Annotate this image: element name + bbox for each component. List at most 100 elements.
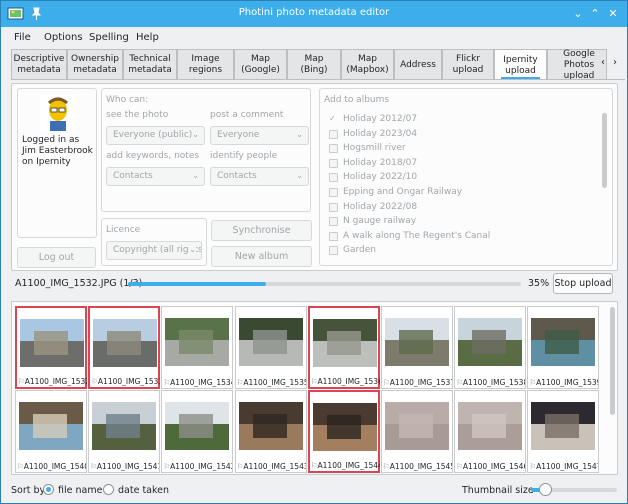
thumbnail-image: [93, 319, 158, 367]
minimize-button[interactable]: ⌄: [569, 5, 587, 23]
flag-icon: ⚐: [383, 378, 390, 387]
maximize-button[interactable]: ⌃: [586, 5, 604, 23]
album-label: Garden: [343, 245, 376, 256]
thumbnail-caption: ⚐A1100_IMG_1533: [91, 377, 161, 386]
add-keywords-label: add keywords, notes: [106, 151, 200, 161]
flag-icon: ⚐: [310, 461, 318, 470]
checkbox-icon[interactable]: [329, 231, 338, 241]
thumbnail-size-slider[interactable]: [531, 483, 617, 496]
tab-flickr-upload[interactable]: Flickr upload: [442, 49, 494, 79]
tab-address[interactable]: Address: [394, 49, 442, 79]
thumbnail-scrollbar[interactable]: [610, 307, 615, 415]
login-status: Logged in as Jim Easterbrook on Ipernity: [22, 135, 93, 167]
checkbox-icon[interactable]: [329, 144, 338, 154]
album-item[interactable]: Garden: [329, 245, 376, 256]
ipernity-tab-panel: Logged in as Jim Easterbrook on Ipernity…: [11, 83, 618, 271]
thumbnail-caption: ⚐A1100_IMG_1538: [456, 378, 526, 387]
thumbnail-item[interactable]: ⚐A1100_IMG_1538: [454, 306, 527, 389]
sort-file-name-radio[interactable]: [43, 484, 54, 495]
menu-spelling[interactable]: Spelling: [89, 32, 129, 43]
thumbnail-caption: ⚐A1100_IMG_1537: [383, 378, 452, 387]
checkbox-icon[interactable]: [329, 202, 338, 212]
album-item[interactable]: Hogsmill river: [329, 143, 406, 154]
stop-upload-button[interactable]: Stop upload: [553, 273, 613, 294]
thumbnail-item[interactable]: ⚐A1100_IMG_1535: [234, 306, 307, 389]
thumbnail-item[interactable]: ⚐A1100_IMG_1542: [161, 390, 234, 473]
sort-by-label: Sort by: [11, 485, 46, 496]
checkbox-checked-icon[interactable]: ✓: [329, 115, 338, 124]
thumbnail-image: [312, 319, 377, 367]
thumbnail-item[interactable]: ⚐A1100_IMG_1540: [15, 390, 87, 473]
thumbnail-item[interactable]: ⚐A1100_IMG_1532: [15, 306, 87, 389]
checkbox-icon[interactable]: [329, 246, 338, 256]
sort-date-taken-radio[interactable]: [103, 484, 114, 495]
thumbnail-image: [531, 402, 596, 450]
album-item[interactable]: Holiday 2022/08: [329, 202, 417, 212]
album-item[interactable]: Holiday 2023/04: [329, 129, 417, 139]
tab-scroll-right-icon[interactable]: ›: [613, 57, 617, 68]
menu-help[interactable]: Help: [136, 32, 159, 43]
menu-file[interactable]: File: [14, 32, 31, 43]
thumbnail-item[interactable]: ⚐A1100_IMG_1536: [307, 306, 380, 389]
user-box: Logged in as Jim Easterbrook on Ipernity: [17, 88, 97, 238]
user-avatar: [40, 95, 76, 131]
thumbnail-item[interactable]: ⚐A1100_IMG_1534: [161, 306, 234, 389]
tab-map-google[interactable]: Map (Google): [234, 49, 287, 79]
see-photo-select[interactable]: Everyone (public) ⌄: [106, 126, 205, 145]
thumbnail-item[interactable]: ⚐A1100_IMG_1546: [454, 390, 527, 473]
who-can-title: Who can:: [106, 95, 149, 105]
thumbnail-caption: ⚐A1100_IMG_1547: [529, 462, 599, 471]
post-comment-select[interactable]: Everyone ⌄: [210, 126, 309, 145]
synchronise-button[interactable]: Synchronise: [211, 220, 312, 241]
thumbnail-item[interactable]: ⚐A1100_IMG_1541: [88, 390, 161, 473]
tab-map-bing[interactable]: Map (Bing): [287, 49, 341, 79]
tab-scroll-left-icon[interactable]: ‹: [601, 57, 605, 68]
slider-handle[interactable]: [538, 483, 552, 496]
checkbox-icon[interactable]: [329, 158, 338, 168]
tab-ownership-metadata[interactable]: Ownership metadata: [67, 49, 123, 79]
tab-technical-metadata[interactable]: Technical metadata: [123, 49, 177, 79]
thumbnail-image: [458, 318, 523, 366]
thumbnail-item[interactable]: ⚐A1100_IMG_1537: [381, 306, 453, 389]
album-item[interactable]: ✓ Holiday 2012/07: [329, 114, 417, 124]
checkbox-icon[interactable]: [329, 173, 338, 183]
menu-options[interactable]: Options: [44, 32, 83, 43]
album-item[interactable]: Epping and Ongar Railway: [329, 187, 462, 197]
chevron-down-icon: ⌄: [296, 130, 303, 139]
flag-icon: ⚐: [383, 462, 390, 471]
sort-date-taken-label[interactable]: date taken: [118, 485, 169, 496]
album-label: Holiday 2018/07: [343, 157, 418, 168]
close-button[interactable]: ✕: [604, 5, 622, 23]
album-item[interactable]: Holiday 2018/07: [329, 157, 418, 168]
log-out-button[interactable]: Log out: [17, 247, 96, 268]
upload-progress-bar: [128, 282, 521, 286]
checkbox-icon[interactable]: [329, 217, 338, 227]
thumbnail-caption: ⚐A1100_IMG_1545: [383, 462, 452, 471]
new-album-button[interactable]: New album: [211, 246, 312, 267]
checkbox-icon[interactable]: [329, 188, 338, 197]
add-keywords-select[interactable]: Contacts ⌄: [106, 167, 205, 186]
thumbnail-item[interactable]: ⚐A1100_IMG_1544: [307, 390, 380, 473]
thumbnail-item[interactable]: ⚐A1100_IMG_1539: [527, 306, 600, 389]
thumbnail-item[interactable]: ⚐A1100_IMG_1545: [381, 390, 453, 473]
tab-image-regions[interactable]: Image regions: [177, 49, 234, 79]
album-item[interactable]: A walk along The Regent's Canal: [329, 231, 490, 241]
tab-map-mapbox[interactable]: Map (Mapbox): [341, 49, 394, 79]
albums-scrollbar[interactable]: [602, 113, 607, 188]
licence-title: Licence: [106, 225, 141, 235]
identify-people-select[interactable]: Contacts ⌄: [210, 167, 309, 186]
album-item[interactable]: N gauge railway: [329, 216, 416, 227]
sort-file-name-label[interactable]: file name: [58, 485, 102, 496]
album-item[interactable]: Holiday 2022/10: [329, 172, 417, 183]
tab-descriptive-metadata[interactable]: Descriptive metadata: [11, 49, 67, 79]
tab-google-photos-upload[interactable]: Google Photos upload: [547, 49, 607, 79]
checkbox-icon[interactable]: [329, 129, 338, 139]
thumbnail-item[interactable]: ⚐A1100_IMG_1533: [88, 306, 161, 389]
thumbnail-item[interactable]: ⚐A1100_IMG_1543: [234, 390, 307, 473]
tab-ipernity-upload[interactable]: Ipernity upload: [494, 49, 547, 79]
thumbnail-item[interactable]: ⚐A1100_IMG_1547: [527, 390, 600, 473]
flag-icon: ⚐: [17, 462, 24, 471]
title-bar[interactable]: Photini photo metadata editor ⌄ ⌃ ✕: [1, 1, 627, 27]
albums-title: Add to albums: [324, 95, 390, 105]
licence-select[interactable]: Copyright (all rights reserved)⌄: [106, 241, 202, 260]
